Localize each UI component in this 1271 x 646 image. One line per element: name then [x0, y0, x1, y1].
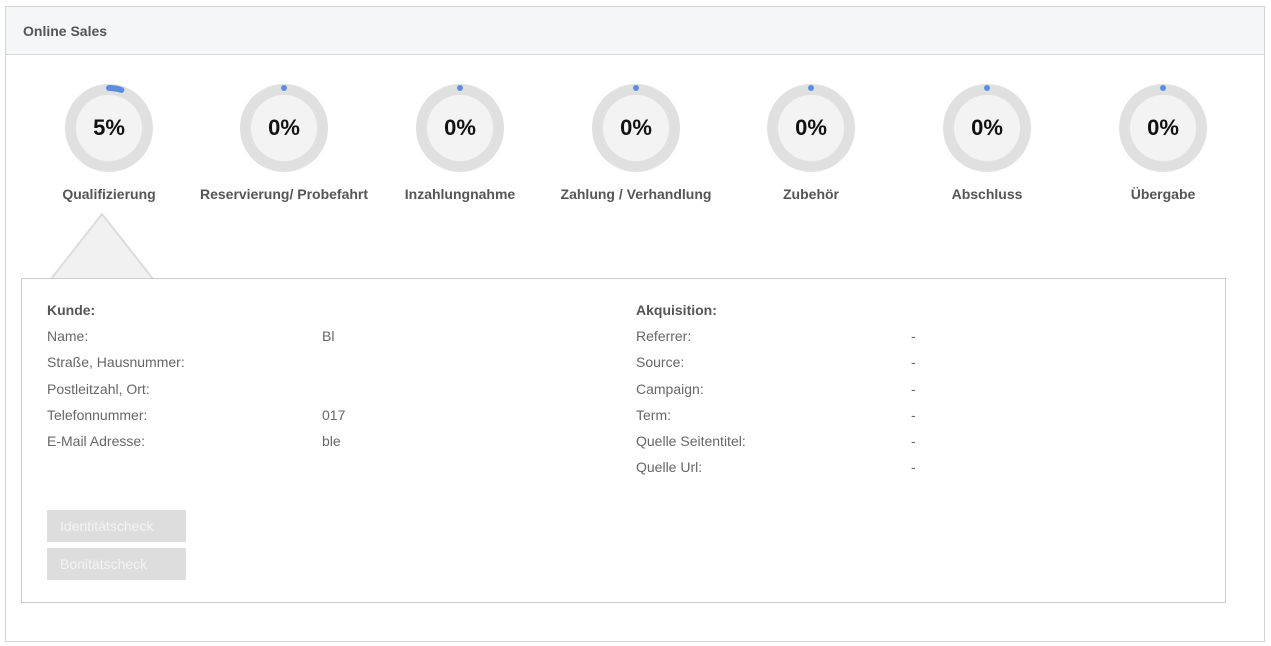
- step-label: Inzahlungnahme: [404, 186, 516, 202]
- acquisition-row: Source: -: [636, 353, 916, 379]
- field-label: Name:: [47, 328, 89, 344]
- progress-percent: 0%: [795, 115, 827, 140]
- step-qualifizierung[interactable]: 5% Qualifizierung: [9, 83, 209, 202]
- customer-section: Kunde: Name: Bl Straße, Hausnummer: Post…: [47, 301, 389, 468]
- field-label: Telefonnummer:: [47, 406, 148, 423]
- progress-percent: 0%: [971, 115, 1003, 140]
- customer-title: Kunde:: [47, 302, 96, 318]
- step-zubehoer[interactable]: 0% Zubehör: [711, 83, 911, 202]
- progress-ring: 0%: [942, 83, 1032, 173]
- field-label: Term:: [636, 406, 671, 423]
- credit-check-button[interactable]: Bonitätscheck: [47, 548, 186, 580]
- progress-ring: 0%: [591, 83, 681, 173]
- progress-ring: 0%: [239, 83, 329, 173]
- progress-ring: 5%: [64, 83, 154, 173]
- step-label: Zahlung / Verhandlung: [560, 186, 712, 202]
- acquisition-title: Akquisition:: [636, 302, 717, 318]
- step-label: Übergabe: [1130, 186, 1196, 202]
- field-value: -: [911, 354, 916, 371]
- field-value: ble: [319, 432, 364, 468]
- field-label: Source:: [636, 354, 685, 371]
- step-reservierung-probefahrt[interactable]: 0% Reservierung/ Probefahrt: [184, 83, 384, 202]
- field-value: -: [911, 380, 916, 397]
- step-label: Zubehör: [783, 186, 839, 202]
- field-value: -: [911, 433, 916, 450]
- acquisition-section: Akquisition: Referrer: - Source: - Campa…: [636, 301, 916, 485]
- field-value: Bl: [319, 327, 364, 363]
- field-value: -: [911, 459, 916, 476]
- customer-row: Straße, Hausnummer:: [47, 353, 185, 379]
- step-abschluss[interactable]: 0% Abschluss: [887, 83, 1087, 202]
- active-step-pointer: [50, 213, 154, 279]
- progress-percent: 0%: [1147, 115, 1179, 140]
- panel-header: Online Sales: [6, 7, 1264, 55]
- progress-ring: 0%: [415, 83, 505, 173]
- acquisition-row: Quelle Url: -: [636, 458, 916, 484]
- field-label: Straße, Hausnummer:: [47, 354, 185, 371]
- field-value: -: [911, 406, 916, 423]
- progress-percent: 0%: [620, 115, 652, 140]
- field-label: Quelle Seitentitel:: [636, 433, 746, 450]
- panel-title: Online Sales: [23, 23, 108, 39]
- acquisition-row: Referrer: -: [636, 327, 916, 353]
- field-value: -: [911, 328, 916, 344]
- acquisition-row: Campaign: -: [636, 380, 916, 406]
- customer-row: E-Mail Adresse: ble: [47, 432, 364, 468]
- step-label: Qualifizierung: [62, 186, 156, 202]
- customer-row: Telefonnummer: 017: [47, 406, 389, 442]
- field-label: Campaign:: [636, 380, 704, 397]
- field-label: Referrer:: [636, 328, 692, 344]
- step-inzahlungnahme[interactable]: 0% Inzahlungnahme: [360, 83, 560, 202]
- online-sales-panel: Online Sales 5% Qualifizierung 0% Reserv…: [5, 6, 1265, 642]
- progress-percent: 5%: [93, 115, 125, 140]
- progress-percent: 0%: [268, 115, 300, 140]
- field-label: E-Mail Adresse:: [47, 433, 146, 450]
- step-label: Reservierung/ Probefahrt: [199, 186, 369, 202]
- customer-row: Postleitzahl, Ort:: [47, 380, 185, 406]
- acquisition-row: Term: -: [636, 406, 916, 432]
- step-zahlung-verhandlung[interactable]: 0% Zahlung / Verhandlung: [536, 83, 736, 202]
- field-label: Quelle Url:: [636, 459, 703, 476]
- progress-ring: 0%: [1118, 83, 1208, 173]
- step-label: Abschluss: [951, 186, 1023, 202]
- customer-row: Name: Bl: [47, 327, 364, 363]
- acquisition-row: Quelle Seitentitel: -: [636, 432, 916, 458]
- step-detail-box: Kunde: Name: Bl Straße, Hausnummer: Post…: [21, 278, 1226, 603]
- field-label: Postleitzahl, Ort:: [47, 380, 150, 397]
- progress-percent: 0%: [444, 115, 476, 140]
- step-uebergabe[interactable]: 0% Übergabe: [1063, 83, 1263, 202]
- progress-ring: 0%: [766, 83, 856, 173]
- identity-check-button[interactable]: Identitätscheck: [47, 510, 186, 542]
